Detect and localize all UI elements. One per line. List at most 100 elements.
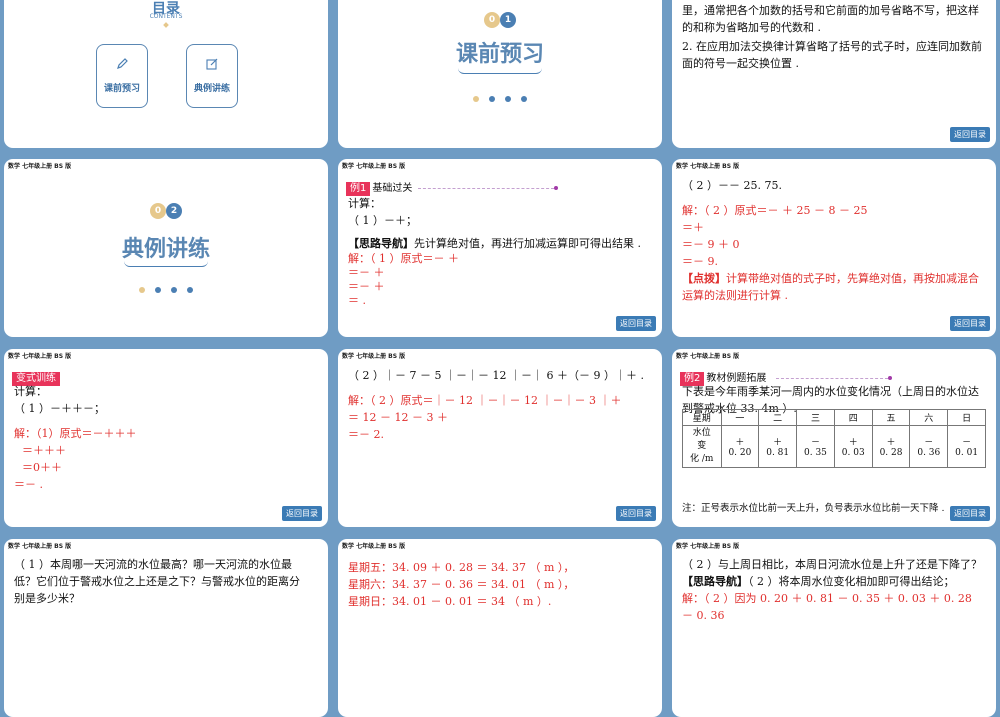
- table-header-cell: 五: [871, 409, 911, 426]
- section-number-0: 0: [484, 12, 500, 28]
- section-number-0: 0: [150, 203, 166, 219]
- back-to-toc-button[interactable]: 返回目录: [616, 316, 656, 331]
- slide-section-2: 数学 七年级上册 BS 版 0 2 典例讲练: [4, 159, 328, 337]
- slide-example-2: 数学 七年级上册 BS 版 例2 教材例题拓展 下表是今年雨季某河一周内的水位变化…: [672, 349, 996, 527]
- answer-line: ＝ 12 － 12 － 3 ＋: [348, 411, 448, 424]
- answer-line: ＝＋: [682, 221, 704, 234]
- back-to-toc-button[interactable]: 返回目录: [616, 506, 656, 521]
- hint-line: 【思路导航】（ 2 ）将本周水位变化相加即可得出结论；: [682, 573, 986, 590]
- slide-header: 数学 七年级上册 BS 版: [8, 353, 72, 360]
- hint-line: 【思路导航】先计算绝对值，再进行加减运算即可得出结果 .: [348, 235, 652, 252]
- row-label-line: 水位: [692, 428, 711, 438]
- text-line: （ 2 ）｜－ 7 － 5 ｜－｜－ 12 ｜－｜ 6 ＋（－ 9 ）｜＋ .: [348, 369, 644, 382]
- text-line: （ 1 ）－＋；: [348, 214, 417, 227]
- slide-answer-1: 数学 七年级上册 BS 版 星期五：34. 09 ＋ 0. 28 ＝ 34. 3…: [338, 539, 662, 717]
- table-header-cell: 三: [796, 409, 835, 426]
- toc-card-preview-label: 课前预习: [103, 84, 140, 94]
- table-note: 注：正号表示水位比前一天上升，负号表示水位比前一天下降 .: [682, 503, 945, 514]
- answer-line: ＝－ ＋: [348, 266, 385, 279]
- section-dots: [338, 87, 662, 106]
- slide-header: 数学 七年级上册 BS 版: [342, 163, 406, 170]
- title-divider: [776, 378, 888, 379]
- table-header-cell: 星期: [682, 409, 722, 426]
- answer-line: 解：（ 1 ）原式＝－ ＋: [348, 252, 459, 265]
- text-line: 下表是今年雨季某河一周内的水位变化情况（上周日的水位达: [682, 385, 979, 398]
- answer-line: 解：（ 2 ）原式＝｜－ 12 ｜－｜－ 12 ｜－｜－ 3 ｜＋: [348, 394, 622, 407]
- slide-header: 数学 七年级上册 BS 版: [676, 353, 740, 360]
- slide-header: 数学 七年级上册 BS 版: [676, 163, 740, 170]
- example-tag: 例1: [346, 182, 371, 196]
- table-header-cell: 四: [833, 409, 873, 426]
- slide-variant-training: 数学 七年级上册 BS 版 变式训练 计算： （ 1 ）－＋＋－； 解：（1）原…: [4, 349, 328, 527]
- answer-line: ＝－ ＋: [348, 280, 385, 293]
- tip-text: 计算带绝对值的式子时，先算绝对值，再按加减混合: [726, 272, 979, 285]
- answer-line: 星期日：34. 01 － 0. 01 ＝ 34 （ m ）.: [348, 595, 552, 608]
- row-label-line: 化 /m: [690, 454, 714, 464]
- table-row-label: 水位 变 化 /m: [682, 425, 722, 468]
- hint-label: 【思路导航】: [682, 575, 748, 588]
- hint-text: 先计算绝对值，再进行加减运算即可得出结果 .: [414, 237, 641, 250]
- section-underline: [124, 261, 208, 267]
- answer-line: ＝ .: [348, 294, 366, 307]
- table-cell: ＋ 0. 03: [833, 425, 873, 468]
- back-to-toc-button[interactable]: 返回目录: [950, 316, 990, 331]
- toc-subtitle: CONTENTS: [149, 13, 183, 20]
- toc-card-examples[interactable]: 典例讲练: [186, 44, 238, 108]
- text-line: 的和称为省略加号的代数和 .: [682, 21, 821, 34]
- slide-preview-text: 里，通常把各个加数的括号和它前面的加号省略不写，把这样 的和称为省略加号的代数和…: [672, 0, 996, 148]
- answer-line: 解：（ 2 ）因为 0. 20 ＋ 0. 81 － 0. 35 ＋ 0. 03 …: [682, 592, 972, 622]
- text-line: （ 1 ）本周哪一天河流的水位最高？哪一天河流的水位最: [14, 558, 292, 571]
- section-title: 典例讲练: [121, 237, 210, 262]
- answer-line: 解：（ 2 ）原式＝－ ＋ 25 － 8 － 25: [682, 204, 868, 217]
- text-line: 计算：: [14, 385, 47, 398]
- table-cell: － 0. 01: [947, 425, 986, 468]
- hint-label: 【思路导航】: [348, 237, 414, 250]
- text-line: 面的符号一起交换位置 .: [682, 57, 799, 70]
- text-line: 低？它们位于警戒水位之上还是之下？与警戒水位的距离分: [14, 575, 300, 588]
- slide-variant-cont: 数学 七年级上册 BS 版 （ 2 ）｜－ 7 － 5 ｜－｜－ 12 ｜－｜ …: [338, 349, 662, 527]
- table-header-cell: 六: [909, 409, 949, 426]
- water-level-table: 星期 一 二 三 四 五 六 日 水位 变 化 /m ＋ 0. 20 ＋ 0. 81…: [682, 409, 986, 468]
- table-header-cell: 二: [758, 409, 798, 426]
- table-cell: ＋ 0. 20: [720, 425, 760, 468]
- answer-line: ＝－ 2.: [348, 428, 384, 441]
- table-cell: － 0. 35: [796, 425, 835, 468]
- slide-toc: 目录 CONTENTS 课前预习 典例讲练: [4, 0, 328, 148]
- slide-example-1: 数学 七年级上册 BS 版 例1 基础过关 计算： （ 1 ）－＋； 【思路导航】…: [338, 159, 662, 337]
- slide-question-2: 数学 七年级上册 BS 版 （ 2 ）与上周日相比，本周日河流水位是上升了还是下…: [672, 539, 996, 717]
- section-underline: [458, 68, 542, 74]
- table-cell: － 0. 36: [909, 425, 949, 468]
- toc-card-preview[interactable]: 课前预习: [96, 44, 148, 108]
- text-line: 计算：: [348, 197, 381, 210]
- table-cell: ＋ 0. 28: [871, 425, 911, 468]
- text-line: 2. 在应用加法交换律计算省略了括号的式子时，应连同加数前: [682, 40, 982, 53]
- section-number-2: 2: [166, 203, 182, 219]
- section-title: 课前预习: [455, 42, 544, 67]
- table-header-cell: 一: [720, 409, 760, 426]
- slide-header: 数学 七年级上册 BS 版: [342, 353, 406, 360]
- tip-line: 运算的法则进行计算 .: [682, 289, 788, 302]
- back-to-toc-button[interactable]: 返回目录: [282, 506, 322, 521]
- answer-line: 星期五：34. 09 ＋ 0. 28 ＝ 34. 37 （ m ），: [348, 561, 575, 574]
- slide-header: 数学 七年级上册 BS 版: [8, 163, 72, 170]
- pencil-icon: [117, 58, 128, 69]
- slide-example-1-cont: 数学 七年级上册 BS 版 （ 2 ）－－ 25. 75. 解：（ 2 ）原式＝…: [672, 159, 996, 337]
- answer-line: ＝－ .: [14, 478, 43, 491]
- back-to-toc-button[interactable]: 返回目录: [950, 506, 990, 521]
- slide-section-1: 0 1 课前预习: [338, 0, 662, 148]
- slide-header: 数学 七年级上册 BS 版: [8, 543, 72, 550]
- slide-header: 数学 七年级上册 BS 版: [676, 543, 740, 550]
- tip-label: 【点拨】: [682, 272, 726, 285]
- table-header-cell: 日: [947, 409, 986, 426]
- tip-line: 【点拨】计算带绝对值的式子时，先算绝对值，再按加减混合: [682, 270, 986, 287]
- title-divider-dot: [554, 186, 558, 190]
- text-line: （ 2 ）－－ 25. 75.: [682, 179, 782, 192]
- answer-line: ＝－ 9 ＋ 0: [682, 238, 740, 251]
- table-header-row: 星期 一 二 三 四 五 六 日: [682, 409, 986, 426]
- text-line: （ 1 ）－＋＋－；: [14, 402, 105, 415]
- back-to-toc-button[interactable]: 返回目录: [950, 127, 990, 142]
- hint-text: （ 2 ）将本周水位变化相加即可得出结论；: [748, 575, 955, 588]
- text-line: （ 2 ）与上周日相比，本周日河流水位是上升了还是下降了？: [682, 558, 982, 571]
- title-divider-dot: [888, 376, 892, 380]
- toc-card-examples-label: 典例讲练: [193, 84, 230, 94]
